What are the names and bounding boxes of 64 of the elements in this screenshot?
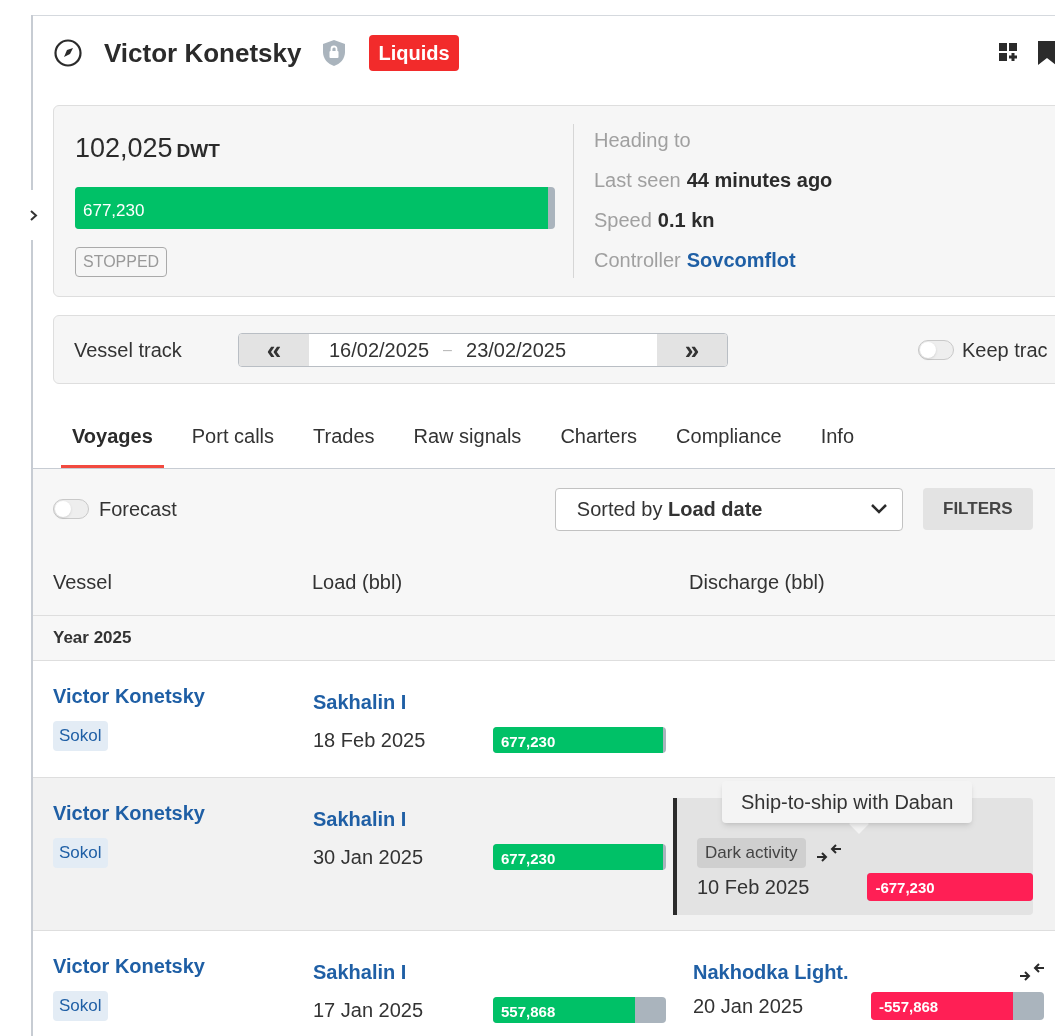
amount-value: 677,230 bbox=[83, 199, 145, 222]
end-date: 23/02/2025 bbox=[466, 337, 567, 363]
detail-label: Heading to bbox=[594, 128, 691, 152]
dark-activity-badge: Dark activity bbox=[697, 838, 806, 868]
amount-value: -557,868 bbox=[879, 997, 939, 1017]
port-link[interactable]: Sakhalin I bbox=[313, 804, 407, 834]
filters-button[interactable]: FILTERS bbox=[922, 488, 1033, 530]
vessel-title: Victor Konetsky bbox=[104, 36, 302, 70]
date-separator: – bbox=[443, 339, 452, 360]
amount-value: 677,230 bbox=[501, 732, 556, 752]
load-date: 30 Jan 2025 bbox=[313, 845, 425, 870]
cargo-type-badge: Liquids bbox=[369, 35, 459, 71]
column-header: Load (bbl) bbox=[312, 570, 404, 595]
tooltip: Ship-to-ship with Daban bbox=[722, 781, 973, 823]
vessel-link[interactable]: Victor Konetsky bbox=[53, 951, 205, 981]
amount-value: 557,868 bbox=[501, 1002, 556, 1022]
expand-icon[interactable] bbox=[29, 209, 38, 222]
next-week-button[interactable]: » bbox=[657, 333, 727, 366]
tab[interactable]: Compliance bbox=[665, 421, 793, 468]
column-header: Vessel bbox=[53, 570, 113, 595]
port-link[interactable]: Sakhalin I bbox=[313, 687, 407, 717]
vessel-link[interactable]: Victor Konetsky bbox=[53, 798, 205, 828]
previous-week-button[interactable]: « bbox=[239, 333, 309, 366]
date-range-field[interactable]: « 16/02/2025 – 23/02/2025 » bbox=[238, 332, 728, 367]
detail-value: 44 minutes ago bbox=[686, 168, 833, 192]
detail-label: Last seen bbox=[594, 168, 681, 192]
tab[interactable]: Port calls bbox=[180, 421, 286, 468]
load-date: 17 Jan 2025 bbox=[313, 998, 425, 1023]
detail-value: 0.1 kn bbox=[657, 208, 715, 232]
load-date: 18 Feb 2025 bbox=[313, 728, 427, 753]
start-date: 16/02/2025 bbox=[329, 337, 430, 363]
vessel-track-label: Vessel track bbox=[74, 337, 183, 363]
vessel-link[interactable]: Victor Konetsky bbox=[53, 681, 205, 711]
tab[interactable]: Raw signals bbox=[402, 421, 533, 468]
toggle-switch[interactable] bbox=[918, 339, 954, 360]
amount-value: 677,230 bbox=[501, 849, 556, 869]
detail-label: Speed bbox=[594, 208, 652, 232]
discharge-date: 20 Jan 2025 bbox=[693, 994, 805, 1019]
status-badge: STOPPED bbox=[75, 246, 168, 277]
tag-badge: Sokol bbox=[53, 721, 108, 751]
deadweight-value: 102,025 bbox=[75, 132, 173, 165]
detail-label: Controller bbox=[594, 248, 681, 272]
tag-badge: Sokol bbox=[53, 838, 108, 868]
sort-dropdown[interactable]: Sorted by Load date bbox=[554, 487, 903, 531]
deadweight-unit: DWT bbox=[176, 139, 220, 163]
column-header: Discharge (bbl) bbox=[689, 570, 825, 595]
tab[interactable]: Charters bbox=[549, 421, 649, 468]
chevron-down-icon bbox=[869, 503, 888, 515]
discharge-date: 10 Feb 2025 bbox=[697, 875, 811, 900]
amount-value: -677,230 bbox=[875, 878, 935, 898]
compass-icon bbox=[53, 38, 83, 68]
bookmark-icon[interactable] bbox=[1037, 40, 1055, 66]
toggle-switch[interactable] bbox=[53, 499, 89, 519]
group-header: Year 2025 bbox=[53, 627, 132, 650]
controller-link[interactable]: Sovcomflot bbox=[686, 248, 796, 272]
tab[interactable]: Info bbox=[809, 421, 866, 468]
forecast-label: Forecast bbox=[99, 497, 177, 522]
port-link[interactable]: Nakhodka Light. bbox=[693, 957, 849, 987]
table-row[interactable]: Victor Konetsky Sokol Sakhalin I 30 Jan 2025 677,230 Dark activity 10 Feb 2025 -677,230 Ship-to-ship with Daban bbox=[33, 778, 1055, 931]
port-link[interactable]: Sakhalin I bbox=[313, 957, 407, 987]
shield-lock-icon bbox=[321, 39, 348, 67]
keep-track-label: Keep trac bbox=[962, 337, 1048, 363]
tab[interactable]: Trades bbox=[302, 421, 386, 468]
tag-badge: Sokol bbox=[53, 991, 108, 1021]
